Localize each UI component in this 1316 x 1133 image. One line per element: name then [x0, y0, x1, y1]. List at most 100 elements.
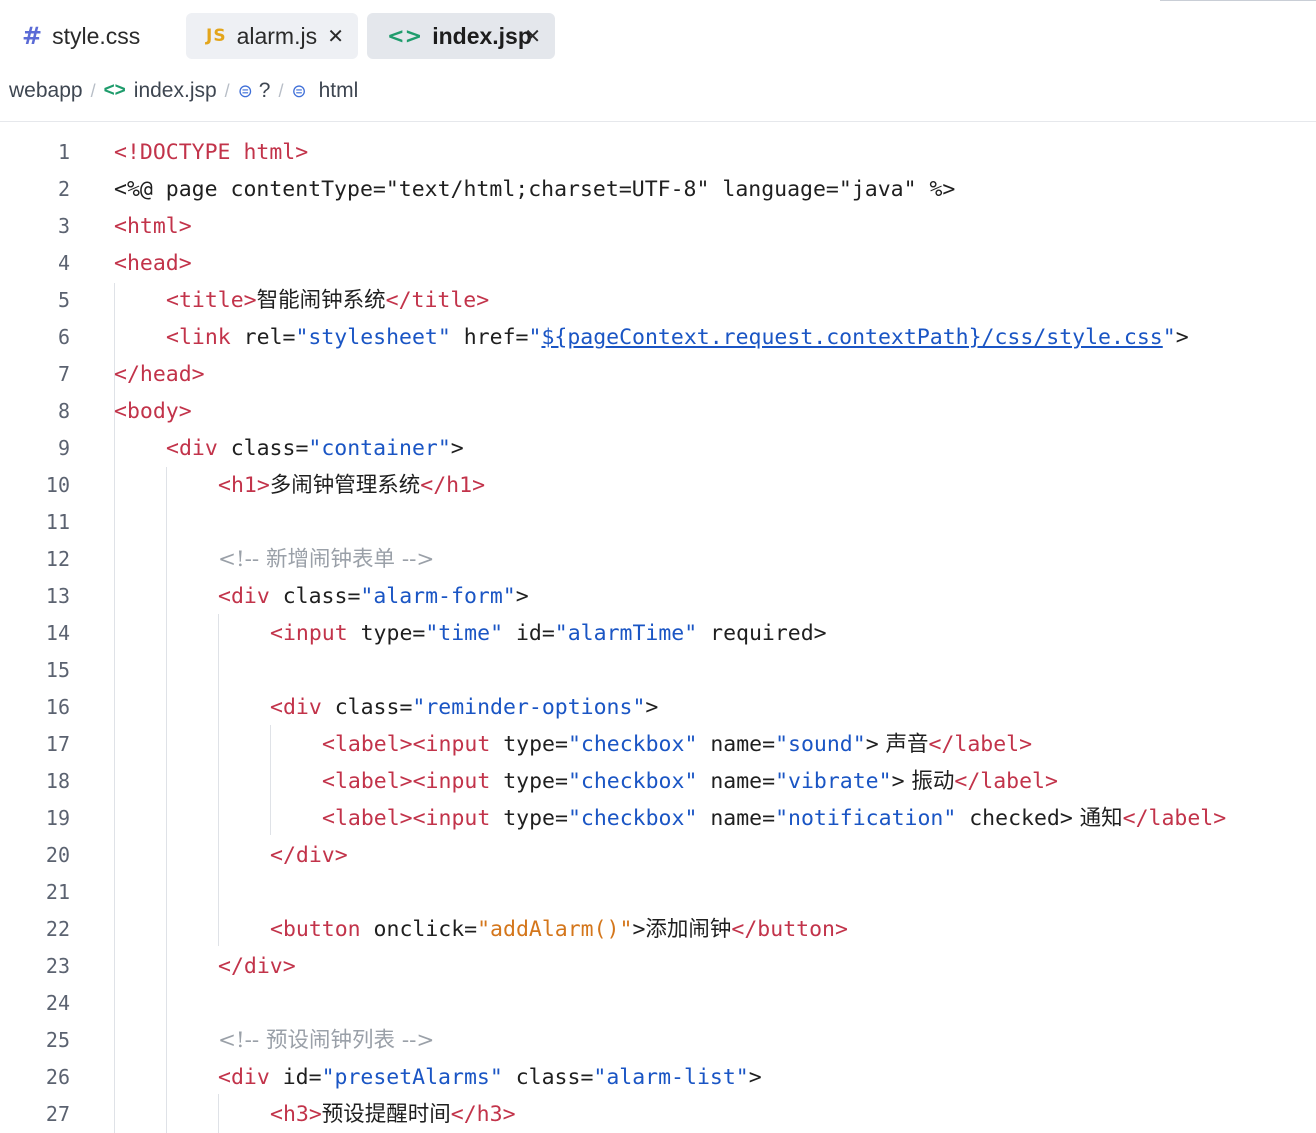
line-number: 15 [45, 658, 70, 682]
line-number: 21 [45, 880, 70, 904]
code-text: <head> [114, 251, 192, 276]
code-line: 11 [0, 504, 1316, 541]
code-line: 23 </div> [0, 948, 1316, 985]
code-line: 27 <h3>预设提醒时间</h3> [0, 1096, 1316, 1133]
code-line: 2 <%@ page contentType="text/html;charse… [0, 171, 1316, 208]
line-number: 13 [45, 584, 70, 608]
code-text: <h3>预设提醒时间</h3> [270, 1102, 516, 1127]
breadcrumb: webapp / <> index.jsp / ⊜ ? / ⊜ html [9, 74, 358, 108]
breadcrumb-separator: / [224, 80, 230, 101]
code-text: </div> [218, 954, 296, 979]
tab-label: index.jsp [432, 22, 532, 49]
line-number: 17 [45, 732, 70, 756]
code-text: <input type="time" id="alarmTime" requir… [270, 621, 827, 646]
title-text: 智能闹钟系统 [256, 288, 386, 313]
tab-label: style.css [52, 22, 141, 49]
cube-icon: ⊜ [237, 80, 253, 101]
code-text: <%@ page contentType="text/html;charset=… [114, 177, 956, 202]
code-text: <!DOCTYPE html> [114, 134, 308, 171]
code-line: 22 <button onclick="addAlarm()">添加闹钟</bu… [0, 911, 1316, 948]
code-text: <label><input type="checkbox" name="noti… [322, 806, 1227, 831]
code-text: <button onclick="addAlarm()">添加闹钟</butto… [270, 917, 848, 942]
code-text: <h1>多闹钟管理系统</h1> [218, 473, 486, 498]
code-text: </div> [270, 843, 348, 868]
code-text: <label><input type="checkbox" name="vibr… [322, 769, 1058, 794]
code-text: <html> [114, 214, 192, 239]
code-text: <body> [114, 399, 192, 424]
code-line: 18 <label><input type="checkbox" name="v… [0, 763, 1316, 800]
breadcrumb-separator: / [278, 80, 284, 101]
code-line: 17 <label><input type="checkbox" name="s… [0, 726, 1316, 763]
href-link[interactable]: ${pageContext.request.contextPath}/css/s… [541, 325, 1162, 350]
breadcrumb-unknown[interactable]: ? [259, 79, 271, 103]
javascript-icon: JS [206, 26, 227, 46]
code-line: 8 <body> [0, 393, 1316, 430]
line-number: 3 [57, 214, 70, 238]
code-line: 10 <h1>多闹钟管理系统</h1> [0, 467, 1316, 504]
breadcrumb-separator: / [90, 80, 96, 101]
line-number: 11 [45, 510, 70, 534]
line-number: 7 [57, 362, 70, 386]
tab-label: alarm.js [236, 22, 318, 49]
code-text: <label><input type="checkbox" name="soun… [322, 732, 1033, 757]
breadcrumb-divider [0, 121, 1316, 122]
code-line: 6 <link rel="stylesheet" href="${pageCon… [0, 319, 1316, 356]
code-line: 25 <!-- 预设闹钟列表 --> [0, 1022, 1316, 1059]
code-line: 19 <label><input type="checkbox" name="n… [0, 800, 1316, 837]
code-text: <link rel="stylesheet" href="${pageConte… [166, 325, 1189, 350]
code-line: 16 <div class="reminder-options"> [0, 689, 1316, 726]
code-line: 1 <!DOCTYPE html> [0, 134, 1316, 171]
line-number: 9 [57, 436, 70, 460]
close-icon[interactable]: ✕ [524, 24, 541, 48]
code-line: 3 <html> [0, 208, 1316, 245]
code-line: 15 [0, 652, 1316, 689]
line-number: 27 [45, 1102, 70, 1126]
line-number: 23 [45, 954, 70, 978]
line-number: 24 [45, 991, 70, 1015]
line-number: 26 [45, 1065, 70, 1089]
css-hash-icon: # [22, 22, 43, 50]
tab-style-css[interactable]: # style.css [10, 13, 172, 59]
line-number: 10 [45, 473, 70, 497]
code-text: <div id="presetAlarms" class="alarm-list… [218, 1065, 762, 1090]
close-icon[interactable]: ✕ [327, 24, 344, 48]
code-line: 12 <!-- 新增闹钟表单 --> [0, 541, 1316, 578]
code-comment: <!-- 新增闹钟表单 --> [218, 547, 435, 572]
code-editor[interactable]: 1 <!DOCTYPE html> 2 <%@ page contentType… [0, 133, 1316, 1133]
line-number: 19 [45, 806, 70, 830]
line-number: 2 [57, 177, 70, 201]
breadcrumb-file[interactable]: index.jsp [134, 79, 217, 103]
code-text: </head> [114, 362, 205, 387]
code-text: <div class="alarm-form"> [218, 584, 529, 609]
code-text: <div class="container"> [166, 436, 464, 461]
code-text: <title>智能闹钟系统</title> [166, 288, 490, 313]
editor-tab-bar: # style.css JS alarm.js ✕ <> index.jsp ✕ [0, 0, 1316, 70]
line-number: 6 [57, 325, 70, 349]
code-comment: <!-- 预设闹钟列表 --> [218, 1028, 435, 1053]
line-number: 20 [45, 843, 70, 867]
code-line: 20 </div> [0, 837, 1316, 874]
line-number: 8 [57, 399, 70, 423]
code-brackets-icon: <> [103, 80, 126, 101]
tab-bar-border [1160, 0, 1316, 1]
line-number: 4 [57, 251, 70, 275]
code-line: 4 <head> [0, 245, 1316, 282]
tab-alarm-js[interactable]: JS alarm.js ✕ [186, 13, 358, 59]
doctype-token: <!DOCTYPE html> [114, 140, 309, 165]
line-number: 22 [45, 917, 70, 941]
line-number: 14 [45, 621, 70, 645]
code-line: 7 </head> [0, 356, 1316, 393]
line-number: 5 [57, 288, 70, 312]
code-line: 9 <div class="container"> [0, 430, 1316, 467]
line-number: 12 [45, 547, 70, 571]
line-number: 16 [45, 695, 70, 719]
line-number: 25 [45, 1028, 70, 1052]
code-line: 26 <div id="presetAlarms" class="alarm-l… [0, 1059, 1316, 1096]
code-brackets-icon: <> [387, 24, 423, 48]
breadcrumb-root[interactable]: webapp [9, 79, 83, 103]
code-line: 24 [0, 985, 1316, 1022]
breadcrumb-element[interactable]: html [319, 79, 359, 103]
code-text: <div class="reminder-options"> [270, 695, 659, 720]
code-line: 21 [0, 874, 1316, 911]
tab-index-jsp[interactable]: <> index.jsp ✕ [367, 13, 555, 59]
